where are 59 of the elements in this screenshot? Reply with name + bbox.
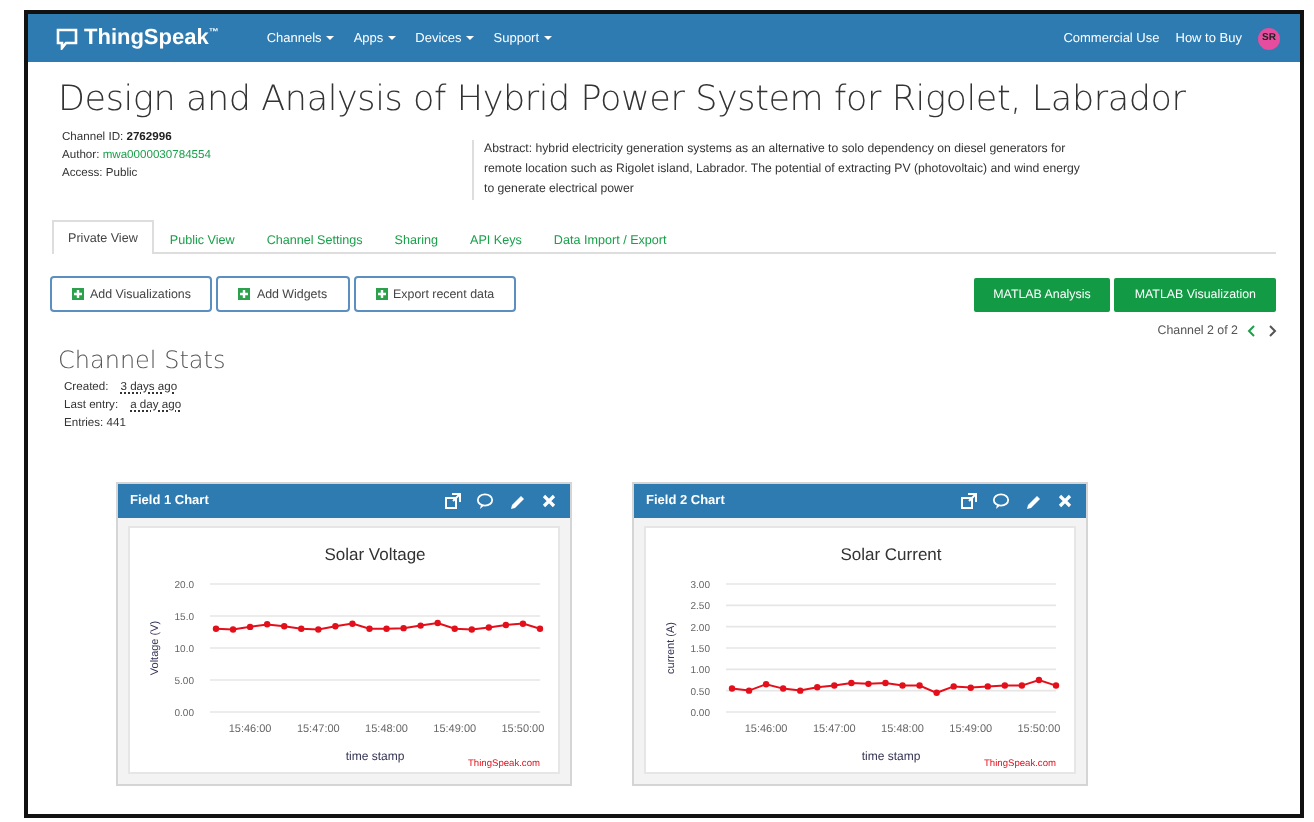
data-point bbox=[1018, 682, 1026, 689]
data-point bbox=[1035, 676, 1043, 684]
section-heading: Channel Stats bbox=[58, 346, 228, 374]
data-point bbox=[349, 620, 356, 627]
chart-title: Solar Voltage bbox=[324, 544, 426, 564]
comment-icon[interactable] bbox=[992, 492, 1010, 510]
data-point bbox=[229, 626, 237, 633]
data-point bbox=[967, 684, 974, 691]
data-point bbox=[417, 622, 424, 629]
channel-title: Design and Analysis of Hybrid Power System for Rigolet, Labrador bbox=[58, 80, 1188, 120]
data-point bbox=[400, 624, 407, 632]
data-point bbox=[797, 687, 804, 694]
data-point bbox=[366, 625, 373, 632]
data-point bbox=[984, 683, 991, 690]
data-point bbox=[502, 621, 510, 629]
data-point bbox=[434, 619, 441, 627]
data-point bbox=[1001, 682, 1009, 689]
chart-title: Solar Current bbox=[840, 544, 942, 564]
pencil-icon[interactable] bbox=[1024, 492, 1042, 510]
data-point bbox=[1052, 682, 1060, 689]
data-point bbox=[950, 683, 957, 690]
comment-icon[interactable] bbox=[476, 492, 494, 510]
data-point bbox=[916, 682, 923, 689]
data-point bbox=[519, 620, 527, 627]
pencil-icon[interactable] bbox=[508, 492, 526, 510]
data-point bbox=[831, 682, 838, 689]
data-point bbox=[745, 687, 753, 694]
data-point bbox=[383, 625, 390, 632]
chat-bubble-icon bbox=[56, 27, 78, 49]
external-link-icon[interactable] bbox=[444, 492, 462, 510]
data-point bbox=[298, 625, 305, 632]
data-point bbox=[814, 684, 821, 691]
data-point bbox=[933, 689, 940, 696]
data-point bbox=[212, 625, 220, 632]
data-point bbox=[882, 679, 889, 687]
data-point bbox=[728, 685, 736, 692]
brand-logo-text[interactable]: ThingSpeak$^{™}$ bbox=[84, 26, 219, 50]
close-icon[interactable] bbox=[1056, 492, 1074, 510]
data-point bbox=[536, 625, 544, 632]
data-point bbox=[762, 681, 770, 688]
data-point bbox=[848, 679, 855, 687]
plus-icon bbox=[72, 288, 84, 300]
plus-icon bbox=[375, 288, 388, 300]
next-chevron-icon[interactable] bbox=[1266, 324, 1278, 338]
previous-chevron-icon[interactable] bbox=[1246, 324, 1258, 338]
close-icon[interactable] bbox=[540, 492, 558, 510]
data-point bbox=[779, 685, 787, 692]
data-point bbox=[899, 682, 906, 689]
data-point bbox=[451, 625, 458, 632]
external-link-icon[interactable] bbox=[960, 492, 978, 510]
data-point bbox=[332, 623, 339, 630]
data-point bbox=[281, 623, 288, 630]
data-point bbox=[468, 626, 475, 633]
data-point bbox=[485, 624, 493, 631]
plus-icon bbox=[238, 288, 251, 300]
data-point bbox=[865, 680, 872, 688]
data-point bbox=[315, 626, 322, 633]
data-point bbox=[246, 623, 254, 631]
data-point bbox=[263, 621, 271, 628]
